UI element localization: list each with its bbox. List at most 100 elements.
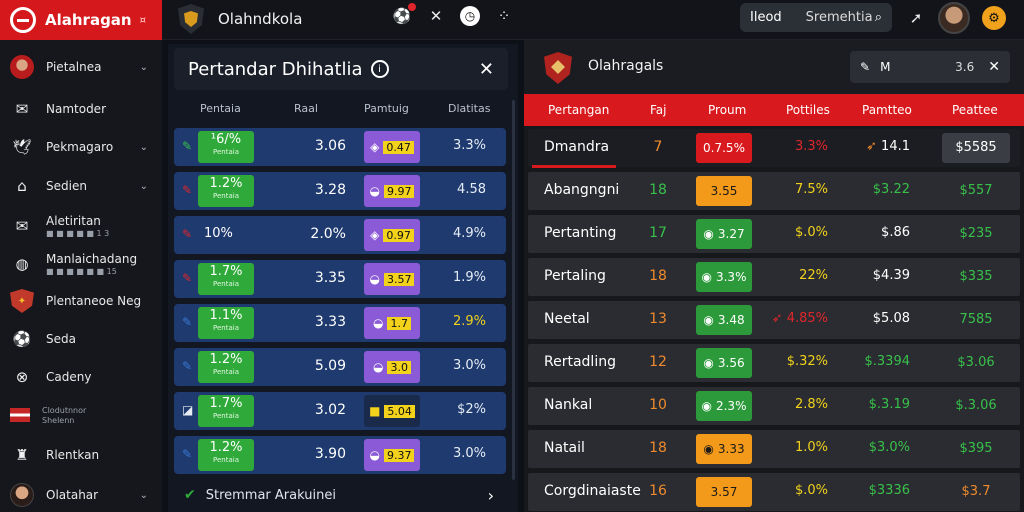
- chevron-right-icon[interactable]: ›: [488, 486, 494, 505]
- pin-icon[interactable]: ✎: [182, 227, 196, 241]
- pin-icon[interactable]: ✎: [182, 315, 196, 329]
- table-row[interactable]: ✎ 1.2% Pentaia 3.90 ◒ 9.37 3.0%: [174, 436, 506, 474]
- odds-box[interactable]: 3.57: [696, 477, 752, 507]
- column-header[interactable]: Pertangan: [548, 103, 609, 117]
- pin-icon[interactable]: ◪: [182, 403, 196, 417]
- column-header[interactable]: Pentaia: [200, 102, 241, 115]
- sidebar-item-2[interactable]: 🕊 Pekmagaro ⌄: [0, 128, 162, 166]
- table-row[interactable]: Nankal 10 ◉ 2.3% 2.8% $.3.19 $.3.06: [528, 387, 1020, 425]
- odds-box[interactable]: ◉ 3.48: [696, 305, 752, 335]
- score-box[interactable]: ◒ 3.57: [364, 263, 420, 295]
- odds-box[interactable]: 3.55: [696, 176, 752, 206]
- table-row[interactable]: Natail 18 ◉ 3.33 1.0% $3.0% $395: [528, 430, 1020, 468]
- table-row[interactable]: ✎ 10% 2.0% ◈ 0.97 4.9%: [174, 216, 506, 254]
- clock-icon[interactable]: ◷: [460, 6, 480, 26]
- sidebar-item-1[interactable]: ✉ Namtoder: [0, 90, 162, 128]
- table-row[interactable]: Abangngni 18 3.55 7.5% $3.22 $557: [528, 172, 1020, 210]
- score-box[interactable]: ■ 5.04: [364, 395, 420, 427]
- share-icon[interactable]: ➚: [906, 8, 926, 28]
- table-row[interactable]: ✎ 1.1% Pentaia 3.33 ◒ 1.7 2.9%: [174, 304, 506, 342]
- cell-value[interactable]: $5585: [942, 133, 1010, 163]
- odds-box[interactable]: 1.7% Pentaia: [198, 395, 254, 427]
- odds-box[interactable]: ◉ 3.27: [696, 219, 752, 249]
- sidebar-item-label: Pekmagaro: [46, 140, 114, 154]
- top-search-bar[interactable]: Ileod Sremehtia ⌕: [740, 3, 892, 32]
- chevron-down-icon[interactable]: ⌄: [140, 62, 148, 73]
- sidebar-item-11[interactable]: Olatahar ⌄: [0, 476, 162, 512]
- sidebar-item-4[interactable]: ✉ Aletiritan ■ ■ ■ ■ ■ 1 3: [0, 207, 162, 245]
- close-icon[interactable]: ✕: [479, 59, 494, 80]
- column-header[interactable]: Raal: [294, 102, 318, 115]
- sidebar-item-6[interactable]: ✦ Plentaneoe Neg: [0, 282, 162, 320]
- left-panel-footer[interactable]: ✔ Stremmar Arakuinei ›: [174, 480, 508, 510]
- chevron-down-icon[interactable]: ⌄: [140, 490, 148, 501]
- pin-icon[interactable]: ✎: [182, 271, 196, 285]
- table-row[interactable]: Rertadling 12 ◉ 3.56 $.32% $.3394 $3.06: [528, 344, 1020, 382]
- table-row[interactable]: ✎ 1.2% Pentaia 5.09 ◒ 3.0 3.0%: [174, 348, 506, 386]
- close-icon[interactable]: ✕: [988, 59, 1000, 75]
- table-row[interactable]: ✎ ¹6/% Pentaia 3.06 ◈ 0.47 3.3%: [174, 128, 506, 166]
- table-row[interactable]: ✎ 1.7% Pentaia 3.35 ◒ 3.57 1.9%: [174, 260, 506, 298]
- score-box[interactable]: ◈ 0.47: [364, 131, 420, 163]
- table-row[interactable]: ✎ 1.2% Pentaia 3.28 ◒ 9.97 4.58: [174, 172, 506, 210]
- cell-value: 4.58: [457, 182, 486, 197]
- table-row[interactable]: Neetal 13 ◉ 3.48 ➶ 4.85% $5.08 7585: [528, 301, 1020, 339]
- sidebar-item-10[interactable]: ♜ Rlentkan: [0, 436, 162, 474]
- odds-box[interactable]: 1.2% Pentaia: [198, 175, 254, 207]
- sidebar-item-8[interactable]: ⊗ Cadeny: [0, 358, 162, 396]
- pin-icon[interactable]: ✎: [182, 139, 196, 153]
- odds-box[interactable]: 1.2% Pentaia: [198, 351, 254, 383]
- odds-box[interactable]: ◉ 3.56: [696, 348, 752, 378]
- odds-box[interactable]: ◉ 3.33: [696, 434, 752, 464]
- user-avatar[interactable]: [938, 2, 970, 34]
- spinner-icon[interactable]: ⁘: [494, 6, 514, 26]
- odds-box[interactable]: 1.2% Pentaia: [198, 439, 254, 471]
- sidebar-item-label: Rlentkan: [46, 448, 100, 462]
- chevron-down-icon[interactable]: ⌄: [140, 142, 148, 153]
- settings-icon[interactable]: ⚙: [982, 6, 1006, 30]
- pin-icon[interactable]: ✎: [182, 447, 196, 461]
- sidebar-item-5[interactable]: ◍ Manlaichadang ■ ■ ■ ■ ■ ■ 15: [0, 245, 162, 283]
- odds-box[interactable]: ¹6/% Pentaia: [198, 131, 254, 163]
- table-row[interactable]: ◪ 1.7% Pentaia 3.02 ■ 5.04 $2%: [174, 392, 506, 430]
- column-header[interactable]: Pottiles: [786, 103, 830, 117]
- score-box[interactable]: ◒ 9.37: [364, 439, 420, 471]
- column-header[interactable]: Peattee: [952, 103, 998, 117]
- column-header[interactable]: Proum: [708, 103, 746, 117]
- odds-box[interactable]: ◉ 2.3%: [696, 391, 752, 421]
- right-search-bar[interactable]: ✎ M 3.6 ✕: [850, 51, 1010, 83]
- sidebar-item-0[interactable]: Pietalnea ⌄: [0, 48, 162, 86]
- odds-box[interactable]: ◉ 3.3%: [696, 262, 752, 292]
- brand[interactable]: Alahragan ¤: [0, 0, 162, 40]
- table-row[interactable]: Corgdinaiaste 16 3.57 $.0% $3336 $3.7: [528, 473, 1020, 511]
- sidebar-item-9[interactable]: Clodutnnor Shelenn: [0, 396, 162, 434]
- tools-icon[interactable]: ✕: [426, 6, 446, 26]
- column-header[interactable]: Dlatitas: [448, 102, 490, 115]
- cell-value: 18: [649, 182, 667, 198]
- column-header[interactable]: Pamtteo: [862, 103, 912, 117]
- search-icon[interactable]: ⌕: [875, 10, 882, 25]
- table-row[interactable]: Pertanting 17 ◉ 3.27 $.0% $.86 $235: [528, 215, 1020, 253]
- column-header[interactable]: Faj: [650, 103, 667, 117]
- table-row[interactable]: Dmandra 7 0.7.5% 3.3% ➶ 14.1 $5585: [528, 129, 1020, 168]
- scrollbar[interactable]: [512, 100, 515, 480]
- soccer-ball-icon[interactable]: ⚽: [392, 3, 416, 26]
- pin-icon[interactable]: ✎: [182, 183, 196, 197]
- cell-value: 1.9%: [452, 270, 486, 285]
- odds-box[interactable]: 1.7% Pentaia: [198, 263, 254, 295]
- team-name: Neetal: [544, 311, 590, 327]
- odds-box[interactable]: 0.7.5%: [696, 133, 752, 163]
- pin-icon[interactable]: ✎: [182, 359, 196, 373]
- score-box[interactable]: ◒ 1.7: [364, 307, 420, 339]
- sidebar-item-3[interactable]: ⌂ Sedien ⌄: [0, 167, 162, 205]
- table-row[interactable]: Pertaling 18 ◉ 3.3% 22% $4.39 $335: [528, 258, 1020, 296]
- score-box[interactable]: ◒ 3.0: [364, 351, 420, 383]
- sidebar-item-7[interactable]: ⚽ Seda: [0, 320, 162, 358]
- odds-box[interactable]: 1.1% Pentaia: [198, 307, 254, 339]
- column-header[interactable]: Pamtuig: [364, 102, 409, 115]
- left-panel: Pertandar Dhihatlia i ✕ Pentaia Raal Pam…: [168, 44, 518, 512]
- score-box[interactable]: ◈ 0.97: [364, 219, 420, 251]
- chevron-down-icon[interactable]: ⌄: [140, 181, 148, 192]
- score-box[interactable]: ◒ 9.97: [364, 175, 420, 207]
- info-icon[interactable]: i: [370, 60, 389, 78]
